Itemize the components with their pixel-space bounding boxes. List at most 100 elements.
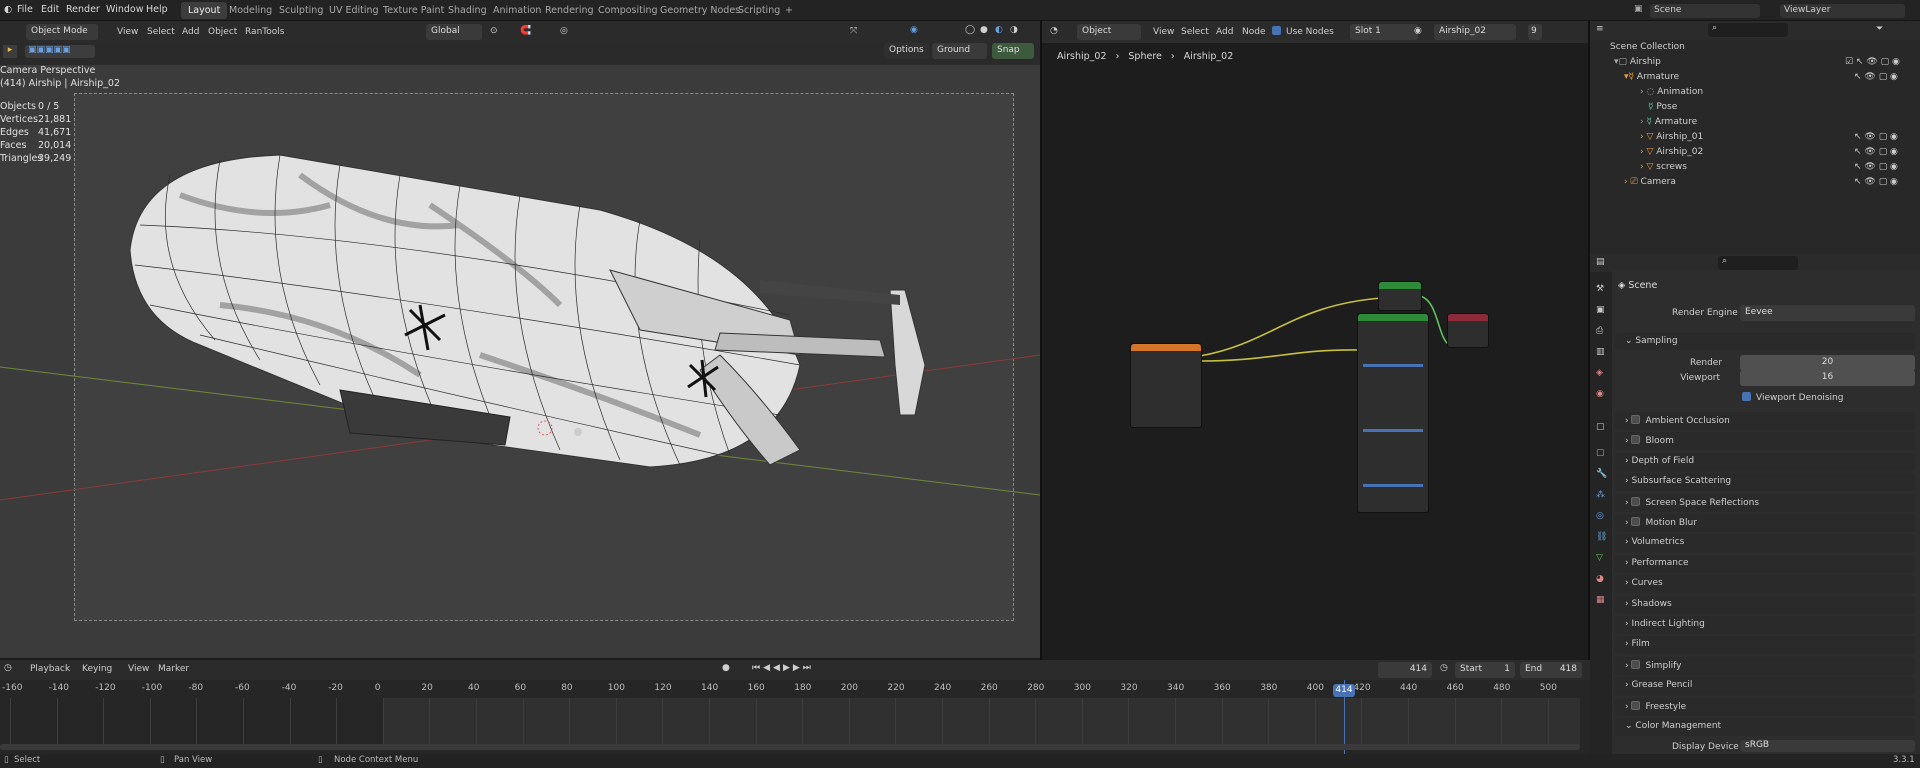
editor-type-icon[interactable]: ▤ — [1596, 257, 1605, 267]
orientation-selector[interactable]: Global — [426, 24, 482, 40]
panel-motion-blur[interactable]: › Motion Blur — [1615, 514, 1915, 532]
panel-curves[interactable]: › Curves — [1615, 575, 1915, 594]
render-tab-icon[interactable]: ▣ — [1596, 305, 1605, 315]
scene-tab-icon[interactable]: ◈ — [1596, 368, 1603, 378]
outliner-row-armature-data[interactable]: › ☿ Armature — [1590, 117, 1920, 132]
add-workspace-button[interactable]: + — [778, 2, 800, 19]
panel-grease-pencil[interactable]: › Grease Pencil — [1615, 677, 1915, 696]
outliner-row-screws[interactable]: › ▽ screws ↖ 👁 ▢ ◉ — [1590, 162, 1920, 177]
playhead-frame-badge[interactable]: 414 — [1333, 684, 1355, 697]
outliner-row-animation[interactable]: › ◌ Animation — [1590, 87, 1920, 102]
viewport-denoising-checkbox[interactable]: Viewport Denoising — [1742, 392, 1843, 403]
panel-screen-space-reflections[interactable]: › Screen Space Reflections — [1615, 493, 1915, 512]
particles-tab-icon[interactable]: ⁂ — [1596, 490, 1605, 500]
outliner-search-input[interactable]: ⌕ — [1708, 23, 1788, 37]
panel-enable-checkbox[interactable] — [1631, 435, 1641, 445]
panel-color-management[interactable]: ⌄ Color Management — [1615, 718, 1915, 736]
tool-tab-icon[interactable]: ⚒ — [1596, 284, 1604, 294]
outliner-row-camera[interactable]: › ⎚ Camera ↖ 👁 ▢ ◉ — [1590, 177, 1920, 192]
physics-tab-icon[interactable]: ◎ — [1596, 511, 1604, 521]
outliner-row-scene-collection[interactable]: Scene Collection — [1590, 42, 1920, 57]
output-tab-icon[interactable]: ⎙ — [1596, 326, 1603, 336]
timeline-track[interactable]: -160 -140 -120 -100 -80 -60 -40 -20 0 20 40 60 80 100… — [0, 680, 1590, 754]
filter-icon[interactable]: ⏷ — [1876, 24, 1883, 34]
ne-menu-select[interactable]: Select — [1181, 27, 1209, 37]
scene-selector[interactable]: Scene — [1650, 4, 1760, 18]
record-icon[interactable]: ● — [722, 663, 730, 673]
proportional-icon[interactable]: ◎ — [560, 26, 568, 36]
panel-subsurface-scattering[interactable]: › Subsurface Scattering — [1615, 473, 1915, 492]
modifier-tab-icon[interactable]: 🔧 — [1596, 469, 1607, 479]
menu-edit[interactable]: Edit — [41, 4, 59, 15]
playback-menu[interactable]: Playback — [30, 664, 70, 674]
shading-material-icon[interactable]: ◐ — [995, 25, 1003, 35]
shading-wire-icon[interactable]: ◯ — [965, 25, 975, 35]
visibility-icons[interactable]: ↖ 👁 ▢ ◉ — [1854, 162, 1898, 172]
vp-menu-add[interactable]: Add — [182, 27, 199, 37]
node-canvas[interactable]: Airship_02 › Sphere › Airship_02 — [1042, 43, 1588, 660]
gizmo-icon[interactable]: ⤧ — [850, 26, 857, 36]
panel-enable-checkbox[interactable] — [1631, 415, 1641, 424]
marker-menu[interactable]: Marker — [158, 664, 189, 674]
3d-viewport[interactable]: Camera Perspective (414) Airship | Airsh… — [0, 65, 1040, 658]
panel-enable-checkbox[interactable] — [1631, 517, 1641, 526]
options-dropdown[interactable]: Options — [884, 43, 929, 59]
panel-film[interactable]: › Film — [1615, 636, 1915, 655]
mode-selector[interactable]: Object Mode — [26, 24, 98, 40]
end-frame-field[interactable]: End 418 — [1520, 662, 1582, 678]
panel-simplify[interactable]: › Simplify — [1615, 656, 1915, 675]
menu-render[interactable]: Render — [66, 4, 100, 15]
keying-menu[interactable]: Keying — [82, 664, 112, 674]
material-tab-icon[interactable]: ◕ — [1596, 574, 1604, 584]
render-samples-field[interactable]: 20 — [1740, 355, 1915, 371]
panel-indirect-lighting[interactable]: › Indirect Lighting — [1615, 616, 1915, 634]
scene-icon[interactable]: ▣ — [1634, 4, 1643, 14]
cursor-tool-icon[interactable]: ▸ — [3, 45, 17, 58]
panel-enable-checkbox[interactable] — [1631, 700, 1641, 710]
ne-menu-node[interactable]: Node — [1242, 27, 1266, 37]
pivot-icon[interactable]: ⊙ — [490, 26, 498, 36]
shading-render-icon[interactable]: ◑ — [1010, 25, 1018, 35]
overlay-icon[interactable]: ◉ — [910, 25, 918, 35]
vp-menu-object[interactable]: Object — [208, 27, 237, 37]
panel-volumetrics[interactable]: › Volumetrics — [1615, 534, 1915, 553]
object-tab-icon[interactable]: ▢ — [1596, 448, 1605, 458]
render-engine-dropdown[interactable]: Eevee — [1740, 305, 1915, 321]
shading-solid-icon[interactable]: ● — [980, 25, 988, 35]
ground-button[interactable]: Ground — [932, 43, 987, 59]
editor-type-icon[interactable]: ≡ — [1596, 24, 1604, 34]
material-name-field[interactable]: Airship_02 — [1434, 24, 1516, 40]
view-layer-selector[interactable]: ViewLayer — [1780, 4, 1905, 18]
panel-enable-checkbox[interactable] — [1631, 659, 1641, 669]
properties-search-input[interactable]: ⌕ — [1718, 256, 1798, 270]
blender-logo-icon[interactable]: ◐ — [4, 4, 12, 15]
outliner-row-airship-02[interactable]: › ▽ Airship_02 ↖ 👁 ▢ ◉ — [1590, 147, 1920, 162]
panel-enable-checkbox[interactable] — [1631, 496, 1641, 506]
timeline-scrollbar[interactable] — [0, 744, 1580, 750]
outliner-row-airship[interactable]: ▾▢ Airship ☑ ↖ 👁 ▢ ◉ — [1590, 57, 1920, 72]
panel-performance[interactable]: › Performance — [1615, 554, 1915, 573]
editor-type-icon[interactable]: ◔ — [1050, 26, 1058, 36]
outliner-row-pose[interactable]: ☿ Pose — [1590, 102, 1920, 117]
world-tab-icon[interactable]: ◉ — [1596, 389, 1604, 399]
shader-type-selector[interactable]: Object — [1077, 24, 1141, 40]
vp-menu-view[interactable]: View — [117, 27, 138, 37]
ne-menu-view[interactable]: View — [1153, 27, 1174, 37]
vp-menu-rantools[interactable]: RanTools — [245, 27, 284, 37]
use-nodes-checkbox[interactable]: Use Nodes — [1272, 26, 1334, 37]
visibility-icons[interactable]: ↖ 👁 ▢ ◉ — [1854, 132, 1898, 142]
panel-depth-of-field[interactable]: › Depth of Field — [1615, 452, 1915, 471]
visibility-icons[interactable]: ↖ 👁 ▢ ◉ — [1854, 147, 1898, 157]
menu-help[interactable]: Help — [146, 4, 168, 15]
panel-bloom[interactable]: › Bloom — [1615, 432, 1915, 451]
sampling-panel-header[interactable]: ⌄ Sampling — [1615, 333, 1915, 350]
display-device-dropdown[interactable]: sRGB — [1740, 740, 1915, 752]
snap-button[interactable]: Snap — [992, 43, 1034, 59]
tab-modeling[interactable]: Modeling — [222, 2, 279, 19]
tl-view-menu[interactable]: View — [128, 664, 149, 674]
vp-menu-select[interactable]: Select — [147, 27, 175, 37]
current-frame-field[interactable]: 414 — [1378, 662, 1432, 678]
select-mode-icons[interactable]: ▣▣▣▣▣ — [25, 45, 95, 58]
viewport-samples-field[interactable]: 16 — [1740, 370, 1915, 386]
snap-icon[interactable]: 🧲 — [520, 26, 531, 36]
